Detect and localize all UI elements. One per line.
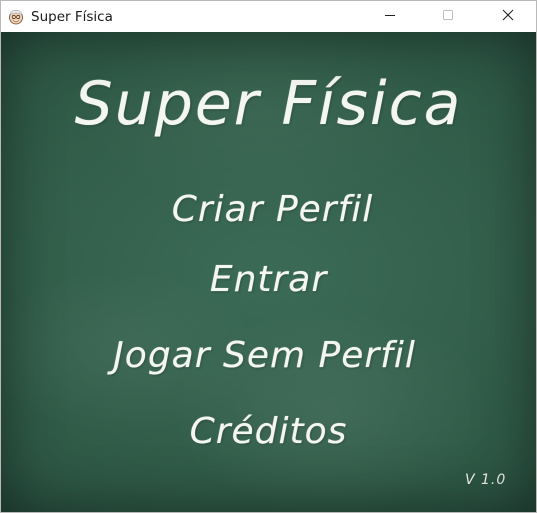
game-title: Super Física — [74, 69, 463, 139]
version-label: V 1.0 — [465, 472, 507, 488]
menu-item-criar-perfil[interactable]: Criar Perfil — [5, 186, 536, 234]
window-title: Super Física — [31, 9, 113, 25]
menu-item-entrar[interactable]: Entrar — [1, 256, 536, 304]
minimize-button[interactable] — [363, 1, 417, 32]
close-icon — [502, 9, 514, 25]
close-button[interactable] — [481, 1, 535, 32]
maximize-button[interactable] — [421, 1, 475, 32]
app-window: Super Física Super Física Criar Perfil E… — [0, 0, 537, 513]
chalkboard-screen: Super Física Criar Perfil Entrar Jogar S… — [1, 32, 536, 512]
title-bar[interactable]: Super Física — [1, 1, 536, 32]
app-icon — [8, 9, 24, 25]
menu-item-creditos[interactable]: Créditos — [1, 408, 536, 456]
menu-item-jogar-sem-perfil[interactable]: Jogar Sem Perfil — [1, 332, 532, 380]
maximize-icon — [442, 9, 454, 25]
minimize-icon — [384, 9, 396, 25]
